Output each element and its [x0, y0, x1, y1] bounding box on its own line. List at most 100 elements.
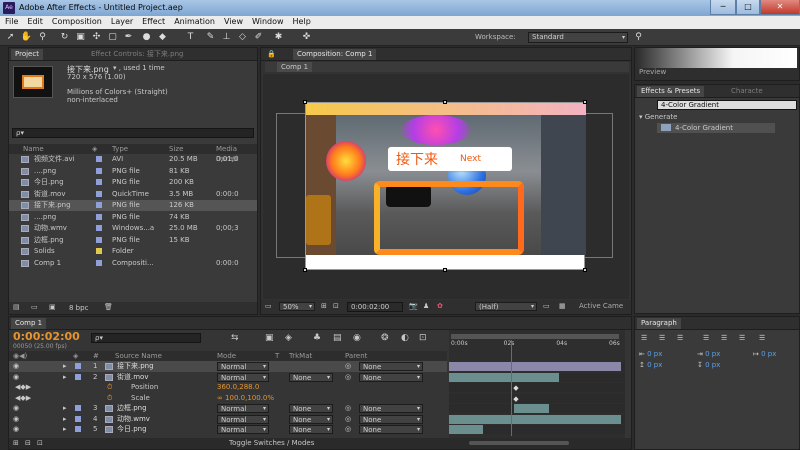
transform-handle[interactable]: [443, 268, 447, 272]
new-folder-icon[interactable]: ▭: [31, 303, 38, 311]
layer-label-color[interactable]: [75, 426, 81, 432]
layer-label-color[interactable]: [75, 415, 81, 422]
col-parent[interactable]: Parent: [345, 351, 367, 361]
always-preview-icon[interactable]: ▭: [265, 302, 272, 310]
project-item[interactable]: 接下来.png PNG file 126 KB: [9, 200, 257, 211]
menu-layer[interactable]: Layer: [106, 16, 137, 26]
auto-keyframe-icon[interactable]: ◐: [401, 333, 409, 343]
layer-label-color[interactable]: [75, 363, 81, 369]
col-source-name[interactable]: Source Name: [115, 351, 162, 361]
timeline-layer-row[interactable]: ◉ ▸ 4 动物.wmv Normal None ◎ None: [9, 414, 447, 425]
menu-edit[interactable]: Edit: [22, 16, 47, 26]
expand-switches-icon[interactable]: ⊞: [13, 439, 19, 447]
layer-mode-select[interactable]: Normal: [217, 425, 269, 434]
snapshot-icon[interactable]: 📷: [409, 302, 418, 310]
menu-view[interactable]: View: [219, 16, 247, 26]
zoom-select[interactable]: 50%: [279, 302, 315, 311]
layer-trkmat-select[interactable]: None: [289, 414, 333, 424]
eraser-tool-icon[interactable]: ◇: [236, 31, 249, 44]
keyframe-marker[interactable]: ◆: [513, 395, 518, 403]
project-item[interactable]: Solids Folder: [9, 246, 257, 257]
first-line-field[interactable]: ↦ 0 px: [753, 350, 776, 358]
timeline-current-time[interactable]: 0:00:02:00: [13, 330, 80, 343]
generate-category[interactable]: ▾ Generate: [639, 113, 677, 121]
new-comp-icon[interactable]: ▣: [49, 303, 56, 311]
layer-source-name[interactable]: 接下来.png: [117, 361, 154, 372]
col-trkmat[interactable]: TrkMat: [289, 351, 312, 361]
expand-stretch-icon[interactable]: ⊡: [37, 439, 43, 447]
timeline-layer-row[interactable]: ◉ ▸ 3 边框.png Normal None ◎ None: [9, 403, 447, 414]
graph-editor-icon[interactable]: ⊡: [419, 333, 427, 343]
layer-label-color[interactable]: [75, 373, 81, 380]
transform-handle[interactable]: [583, 100, 587, 104]
menu-help[interactable]: Help: [288, 16, 315, 26]
space-after-field[interactable]: ↧ 0 px: [697, 361, 720, 369]
layer-duration-bar[interactable]: [449, 414, 621, 424]
parent-pickwhip-icon[interactable]: ◎: [345, 414, 351, 425]
indent-left-field[interactable]: ⇤ 0 px: [639, 350, 662, 358]
comp-viewer[interactable]: 接下来 Next: [263, 74, 629, 299]
col-name[interactable]: Name: [23, 144, 44, 154]
stopwatch-icon[interactable]: ⏱: [107, 382, 112, 393]
menu-animation[interactable]: Animation: [169, 16, 219, 26]
timeline-graph-area[interactable]: 0:00s 02s 04s 06s ◆ ◆: [449, 330, 625, 438]
region-of-interest-icon[interactable]: ▭: [543, 302, 550, 310]
indent-right-field[interactable]: ⇥ 0 px: [697, 350, 720, 358]
parent-pickwhip-icon[interactable]: ◎: [345, 424, 351, 435]
shape-tool-icon[interactable]: ●: [140, 31, 153, 44]
timeline-property-row[interactable]: ◀◆▶ ⏱ Scale ∞ 100.0,100.0%: [9, 393, 447, 404]
layer-trkmat-select[interactable]: None: [289, 372, 333, 382]
parent-pickwhip-icon[interactable]: ◎: [345, 372, 351, 383]
project-search-input[interactable]: ρ▾: [12, 128, 254, 138]
menu-window[interactable]: Window: [247, 16, 288, 26]
transparency-grid-icon[interactable]: ▦: [559, 302, 566, 310]
property-value[interactable]: 360.0,288.0: [217, 382, 259, 393]
clone-stamp-tool-icon[interactable]: ⊥: [220, 31, 233, 44]
transform-handle[interactable]: [583, 268, 587, 272]
menu-composition[interactable]: Composition: [47, 16, 106, 26]
rotate-tool-icon[interactable]: ↻: [58, 31, 71, 44]
layer-source-name[interactable]: 今日.png: [117, 424, 147, 435]
toggle-switches-modes[interactable]: Toggle Switches / Modes: [229, 439, 314, 447]
justify-right-icon[interactable]: ☰: [739, 334, 745, 342]
safe-zones-icon[interactable]: ⊞: [321, 302, 327, 310]
visibility-eye-icon[interactable]: ◉: [13, 361, 19, 372]
effect-item-4-color-gradient[interactable]: 4-Color Gradient: [657, 123, 775, 133]
expand-arrow-icon[interactable]: ▸: [63, 372, 67, 383]
grid-icon[interactable]: ⊡: [333, 302, 339, 310]
tab-comp-1[interactable]: Comp 1: [11, 318, 47, 329]
tab-effect-controls[interactable]: Effect Controls: 接下来.png: [87, 49, 187, 60]
work-area-bar[interactable]: [451, 334, 619, 339]
zoom-slider[interactable]: [469, 441, 569, 445]
pan-behind-tool-icon[interactable]: ✣: [90, 31, 103, 44]
visibility-eye-icon[interactable]: ◉: [13, 414, 19, 425]
trash-icon[interactable]: 🗑: [104, 303, 113, 311]
col-t[interactable]: T: [275, 351, 279, 361]
camera-select[interactable]: Active Came: [579, 302, 623, 310]
timeline-layer-row[interactable]: ◉ ▸ 5 今日.png Normal None ◎ None: [9, 424, 447, 435]
menu-effect[interactable]: Effect: [137, 16, 169, 26]
minimize-button[interactable]: ─: [710, 0, 736, 15]
layer-source-name[interactable]: 边框.png: [117, 403, 147, 414]
layer-mode-select[interactable]: Normal: [217, 372, 269, 382]
project-item[interactable]: ....png PNG file 74 KB: [9, 212, 257, 223]
justify-center-icon[interactable]: ☰: [721, 334, 727, 342]
col-mode[interactable]: Mode: [217, 351, 236, 361]
expand-arrow-icon[interactable]: ▸: [63, 361, 67, 372]
layer-parent-select[interactable]: None: [359, 362, 423, 371]
playhead[interactable]: [511, 340, 513, 436]
tab-paragraph[interactable]: Paragraph: [637, 318, 681, 329]
col-size[interactable]: Size: [169, 144, 183, 154]
label-color-swatch[interactable]: [96, 213, 102, 220]
project-item[interactable]: ....png PNG file 81 KB: [9, 166, 257, 177]
align-center-icon[interactable]: ☰: [659, 334, 665, 342]
stopwatch-icon[interactable]: ⏱: [107, 393, 112, 404]
tab-preview[interactable]: Preview: [639, 68, 666, 76]
layer-mode-select[interactable]: Normal: [217, 404, 269, 413]
puppet-pin-icon[interactable]: ✜: [300, 31, 313, 44]
label-color-swatch[interactable]: [96, 202, 102, 208]
tab-composition[interactable]: Composition: Comp 1: [293, 49, 377, 60]
keyframe-nav-icon[interactable]: ◀◆▶: [15, 393, 31, 404]
expand-arrow-icon[interactable]: ▸: [63, 414, 67, 425]
brainstorm-icon[interactable]: ❂: [381, 333, 389, 343]
